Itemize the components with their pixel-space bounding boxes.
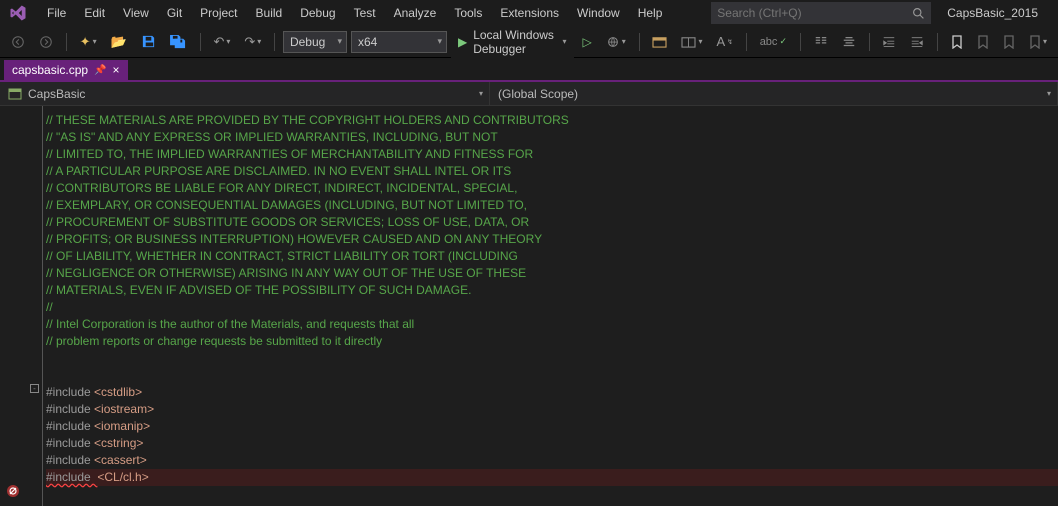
undo-button[interactable]: ↶▾ [208,31,235,53]
separator [869,33,870,51]
menu-build[interactable]: Build [247,3,292,23]
fold-column: - [28,106,42,506]
start-without-debug-button[interactable]: ▷ [578,32,597,52]
project-combo-label: CapsBasic [28,87,85,101]
separator [200,33,201,51]
nav-fwd-button[interactable] [34,32,58,52]
menubar: FileEditViewGitProjectBuildDebugTestAnal… [0,0,1058,26]
search-box[interactable] [711,2,931,24]
project-icon [8,87,22,101]
browser-link-button[interactable]: ▾ [601,32,631,52]
menu-extensions[interactable]: Extensions [491,3,568,23]
start-debug-button[interactable]: ▶ Local Windows Debugger ▾ [451,25,574,59]
tab-label: capsbasic.cpp [12,63,88,77]
toolbar: ✦▾ 📂 ↶▾ ↷▾ Debug x64 ▶ Local Windows Deb… [0,26,1058,58]
tab-bar: capsbasic.cpp 📌 × [0,58,1058,82]
indent-button[interactable] [877,32,901,52]
toolbox2-button[interactable]: ▾ [676,32,707,51]
search-input[interactable] [717,6,912,20]
open-file-button[interactable]: 📂 [106,31,132,53]
solution-name: CapsBasic_2015 [933,6,1052,20]
uncomment-button[interactable] [837,32,861,52]
pin-icon[interactable]: 📌 [94,65,106,76]
menu-project[interactable]: Project [191,3,246,23]
toolbox-button[interactable] [647,32,672,51]
separator [274,33,275,51]
platform-combo[interactable]: x64 [351,31,447,53]
next-bookmark-button[interactable] [998,32,1020,52]
fold-toggle[interactable]: - [30,384,39,393]
clear-bookmark-button[interactable]: ▾ [1024,32,1052,52]
separator [746,33,747,51]
vs-logo-icon [6,1,30,25]
config-combo[interactable]: Debug [283,31,347,53]
menu-window[interactable]: Window [568,3,629,23]
save-button[interactable] [136,31,161,52]
comment-button[interactable] [809,32,833,52]
code-editor[interactable]: - // THESE MATERIALS ARE PROVIDED BY THE… [0,106,1058,506]
outdent-button[interactable] [905,32,929,52]
menu-tools[interactable]: Tools [445,3,491,23]
play-icon: ▶ [458,35,467,49]
project-combo[interactable]: CapsBasic [0,82,490,105]
separator [639,33,640,51]
menu-git[interactable]: Git [158,3,191,23]
close-icon[interactable]: × [113,63,120,77]
prev-bookmark-button[interactable] [972,32,994,52]
menu-test[interactable]: Test [345,3,385,23]
gutter [0,106,28,506]
menu-file[interactable]: File [38,3,75,23]
separator [937,33,938,51]
separator [66,33,67,51]
menu-help[interactable]: Help [629,3,672,23]
spelling-button[interactable]: abc✓ [755,33,792,51]
menu-view[interactable]: View [114,3,158,23]
search-icon [912,7,925,20]
scope-combo-label: (Global Scope) [498,87,578,101]
separator [800,33,801,51]
bookmark-button[interactable] [946,32,968,52]
redo-button[interactable]: ↷▾ [239,31,266,53]
file-tab[interactable]: capsbasic.cpp 📌 × [4,60,128,80]
outline-bar [42,106,43,506]
new-item-button[interactable]: ✦▾ [75,31,102,53]
find-button[interactable]: A↯ [711,31,738,52]
code-area[interactable]: // THESE MATERIALS ARE PROVIDED BY THE C… [42,106,1058,506]
nav-bar: CapsBasic (Global Scope) [0,82,1058,106]
nav-back-button[interactable] [6,32,30,52]
menu-analyze[interactable]: Analyze [385,3,446,23]
scope-combo[interactable]: (Global Scope) [490,82,1058,105]
error-icon[interactable] [6,484,20,498]
menu-debug[interactable]: Debug [291,3,344,23]
menu-edit[interactable]: Edit [75,3,114,23]
save-all-button[interactable] [165,31,192,52]
debugger-label: Local Windows Debugger [473,28,556,56]
